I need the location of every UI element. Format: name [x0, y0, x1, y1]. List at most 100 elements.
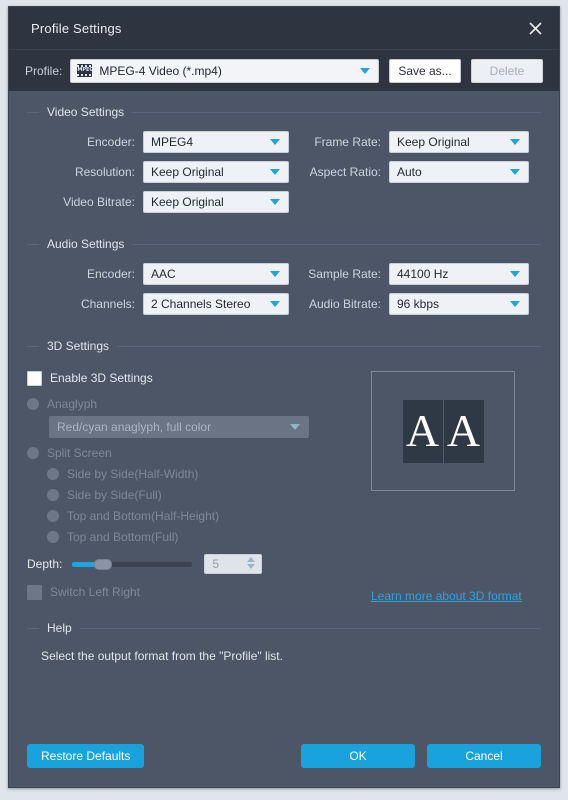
field-label: Aspect Ratio:	[309, 165, 381, 179]
audio-bitrate-value: 96 kbps	[397, 297, 440, 311]
preview-right-eye: A	[442, 399, 484, 463]
frame-rate-select[interactable]: Keep Original	[389, 131, 529, 153]
learn-more-link[interactable]: Learn more about 3D format	[371, 589, 522, 603]
chevron-down-icon	[360, 67, 370, 74]
chevron-down-icon	[510, 169, 520, 175]
split-option-label: Top and Bottom(Half-Height)	[67, 508, 220, 523]
field-label: Audio Bitrate:	[308, 297, 381, 311]
chevron-down-icon	[290, 424, 300, 430]
chevron-down-icon	[247, 564, 256, 569]
switch-left-right-checkbox	[27, 584, 42, 600]
threed-settings-legend: 3D Settings	[47, 339, 110, 353]
threed-preview-panel: A A Learn more about 3D format	[357, 363, 541, 605]
dialog-body: Video Settings Encoder: MPEG4 Frame Rate…	[9, 91, 559, 725]
split-screen-radio-row: Split Screen	[27, 442, 357, 463]
mpeg-file-icon: MPEG	[77, 64, 93, 77]
side-by-side-half-radio	[47, 467, 59, 480]
split-screen-label: Split Screen	[47, 445, 112, 460]
encoder-audio-value: AAC	[151, 267, 176, 281]
audio-row-1: Encoder: AAC Sample Rate: 44100 Hz	[27, 261, 541, 287]
encoder-video-select[interactable]: MPEG4	[143, 131, 289, 153]
chevron-down-icon	[270, 301, 280, 307]
mpeg-icon-text: MPEG	[77, 67, 93, 73]
field-label: Channels:	[80, 297, 135, 311]
close-glyph	[528, 21, 542, 35]
audio-bitrate-select[interactable]: 96 kbps	[389, 293, 529, 315]
enable-3d-row[interactable]: Enable 3D Settings	[27, 367, 357, 389]
field-label: Encoder:	[86, 135, 135, 149]
cancel-button[interactable]: Cancel	[427, 744, 541, 768]
video-row-1: Encoder: MPEG4 Frame Rate: Keep Original	[27, 129, 541, 155]
split-screen-radio	[27, 446, 39, 459]
ok-button[interactable]: OK	[301, 744, 415, 768]
field-sample-rate: Sample Rate: 44100 Hz	[289, 263, 529, 285]
resolution-value: Keep Original	[151, 165, 224, 179]
chevron-down-icon	[270, 199, 280, 205]
chevron-down-icon	[270, 271, 280, 277]
field-channels: Channels: 2 Channels Stereo	[27, 293, 289, 315]
close-icon[interactable]	[511, 7, 559, 49]
split-option-label: Side by Side(Half-Width)	[67, 466, 199, 481]
resolution-select[interactable]: Keep Original	[143, 161, 289, 183]
footer-actions: OK Cancel	[301, 744, 541, 768]
video-settings-legend: Video Settings	[47, 105, 125, 119]
enable-3d-checkbox[interactable]	[27, 370, 42, 386]
encoder-audio-select[interactable]: AAC	[143, 263, 289, 285]
page-title: Profile Settings	[31, 20, 122, 36]
chevron-down-icon	[270, 169, 280, 175]
slider-handle[interactable]	[94, 559, 113, 570]
switch-left-right-label: Switch Left Right	[50, 585, 141, 599]
threed-preview: A A	[371, 371, 515, 491]
profile-label: Profile:	[25, 63, 63, 78]
field-label: Sample Rate:	[308, 267, 381, 281]
chevron-up-icon	[247, 557, 256, 562]
help-text: Select the output format from the "Profi…	[41, 649, 283, 663]
profile-select[interactable]: MPEG MPEG-4 Video (*.mp4)	[70, 58, 379, 83]
channels-select[interactable]: 2 Channels Stereo	[143, 293, 289, 315]
video-bitrate-value: Keep Original	[151, 195, 224, 209]
help-legend: Help	[47, 621, 72, 635]
aspect-ratio-value: Auto	[397, 165, 422, 179]
dialog-footer: Restore Defaults OK Cancel	[9, 725, 559, 787]
video-bitrate-select[interactable]: Keep Original	[143, 191, 289, 213]
video-settings-group: Video Settings Encoder: MPEG4 Frame Rate…	[27, 105, 541, 223]
threed-settings-group: 3D Settings Enable 3D Settings Anaglyph	[27, 339, 541, 609]
channels-value: 2 Channels Stereo	[151, 297, 251, 311]
depth-stepper: 5	[204, 554, 263, 574]
split-option-label: Top and Bottom(Full)	[67, 529, 179, 544]
split-option-row: Side by Side(Full)	[47, 484, 357, 505]
chevron-down-icon	[510, 271, 520, 277]
enable-3d-label: Enable 3D Settings	[50, 371, 153, 385]
title-bar: Profile Settings	[9, 7, 559, 49]
audio-settings-group: Audio Settings Encoder: AAC Sample Rate:…	[27, 237, 541, 325]
depth-value: 5	[212, 557, 220, 571]
split-option-row: Top and Bottom(Half-Height)	[47, 505, 357, 526]
field-frame-rate: Frame Rate: Keep Original	[289, 131, 529, 153]
top-bottom-half-radio	[47, 509, 59, 522]
depth-slider[interactable]	[72, 555, 193, 573]
sample-rate-value: 44100 Hz	[397, 267, 449, 281]
profile-select-value: MPEG-4 Video (*.mp4)	[99, 63, 222, 78]
top-bottom-full-radio	[47, 530, 59, 543]
anaglyph-radio-row: Anaglyph	[27, 393, 357, 414]
field-video-bitrate: Video Bitrate: Keep Original	[27, 191, 289, 213]
video-row-3: Video Bitrate: Keep Original	[27, 189, 541, 215]
field-label: Encoder:	[86, 267, 135, 281]
audio-settings-legend: Audio Settings	[47, 237, 125, 251]
field-encoder-audio: Encoder: AAC	[27, 263, 289, 285]
field-label: Resolution:	[74, 165, 135, 179]
anaglyph-label: Anaglyph	[47, 396, 98, 411]
anaglyph-radio	[27, 397, 39, 410]
depth-row: Depth: 5	[27, 551, 357, 577]
preview-left-eye: A	[402, 399, 443, 463]
anaglyph-type-value: Red/cyan anaglyph, full color	[57, 420, 212, 434]
save-as-button[interactable]: Save as...	[389, 58, 461, 83]
side-by-side-full-radio	[47, 488, 59, 501]
split-option-row: Side by Side(Half-Width)	[47, 463, 357, 484]
field-resolution: Resolution: Keep Original	[27, 161, 289, 183]
field-label: Video Bitrate:	[63, 195, 135, 209]
restore-defaults-button[interactable]: Restore Defaults	[27, 744, 145, 768]
audio-row-2: Channels: 2 Channels Stereo Audio Bitrat…	[27, 291, 541, 317]
aspect-ratio-select[interactable]: Auto	[389, 161, 529, 183]
sample-rate-select[interactable]: 44100 Hz	[389, 263, 529, 285]
